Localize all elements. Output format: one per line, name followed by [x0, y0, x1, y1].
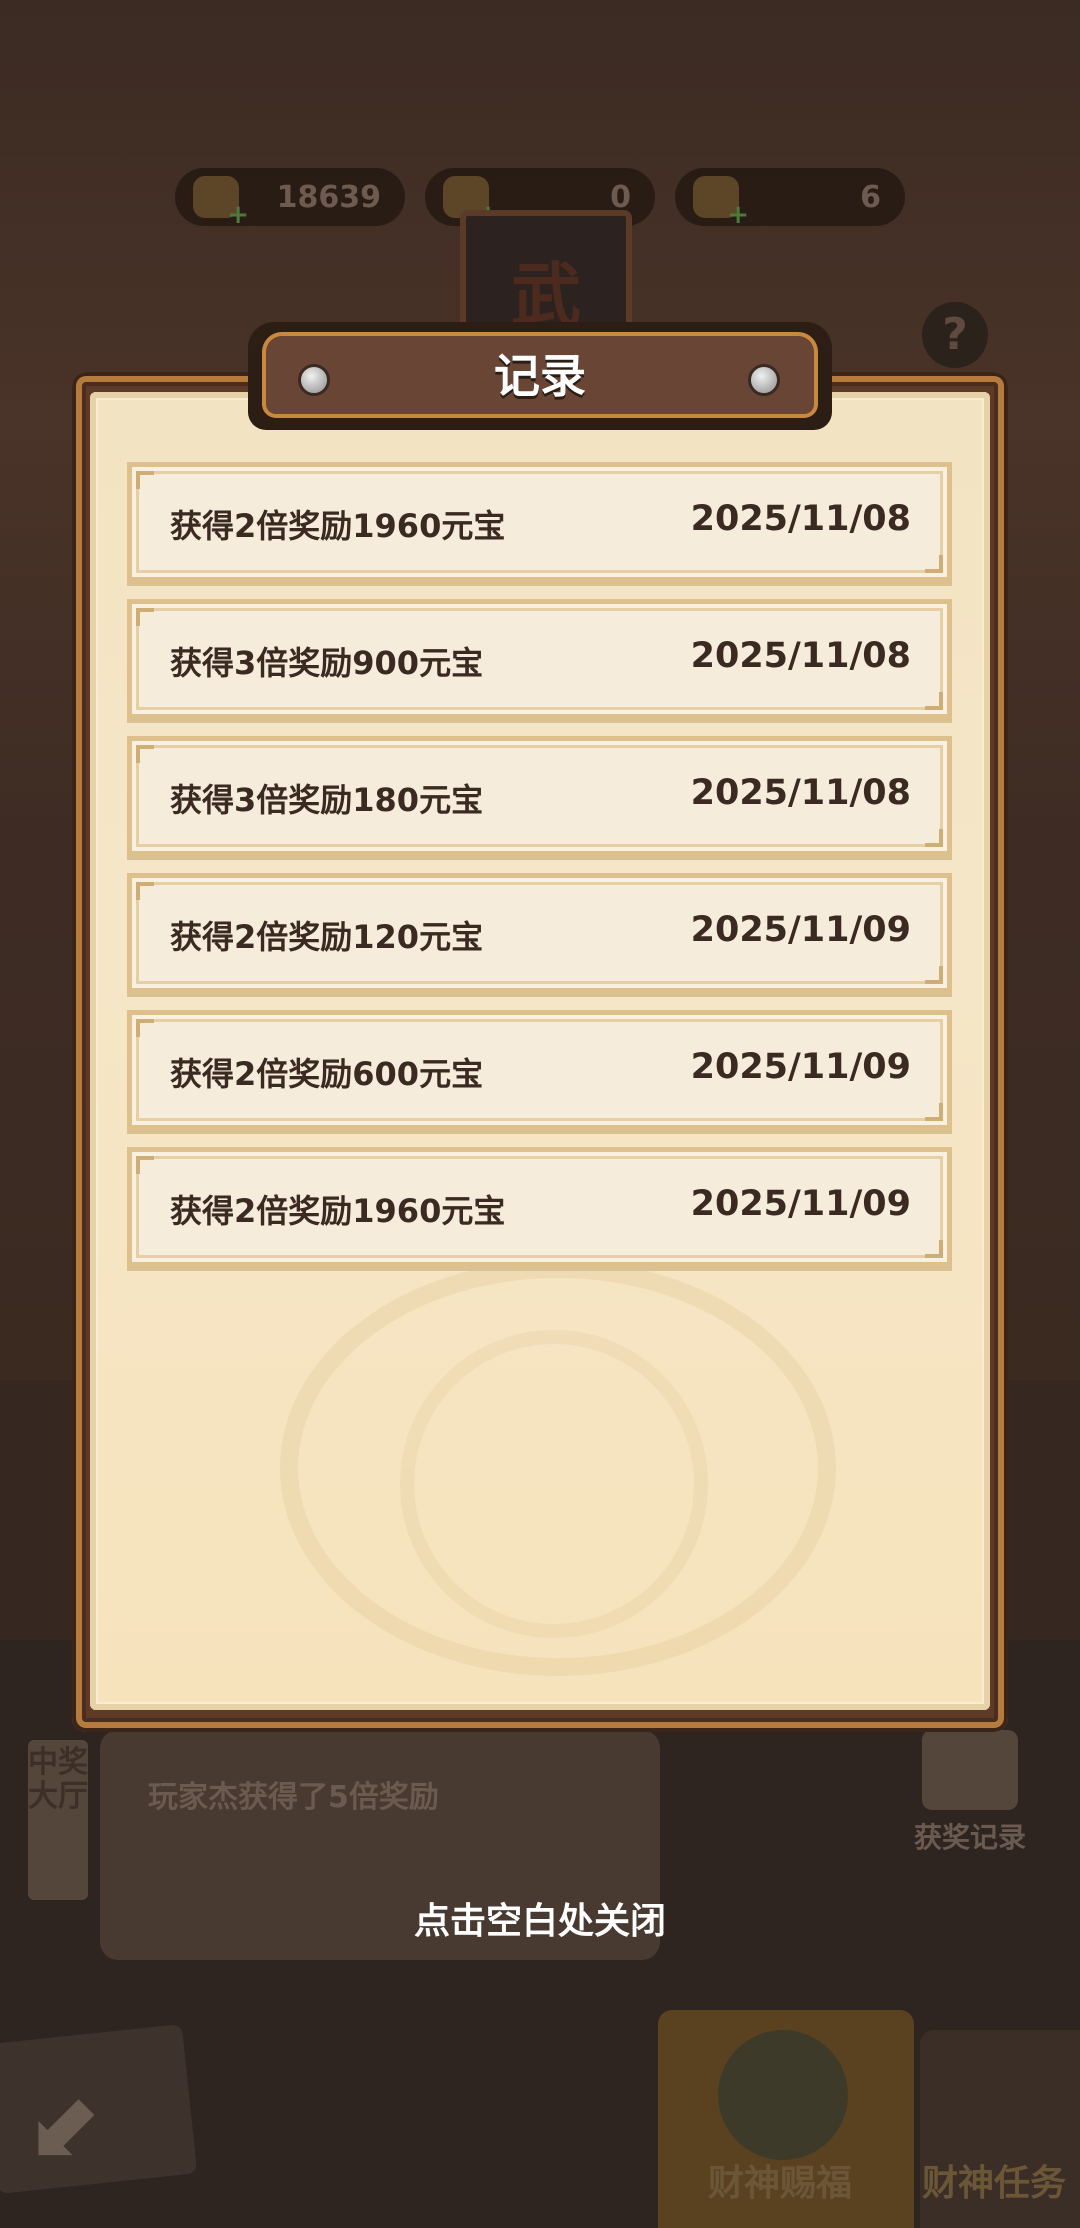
record-description: 获得2倍奖励1960元宝 — [170, 1192, 506, 1230]
record-row: 获得3倍奖励900元宝 2025/11/08 — [127, 599, 952, 719]
shrine-sign: 武 — [380, 140, 700, 352]
win-record-button[interactable]: 获奖记录 — [910, 1730, 1030, 1856]
tab-blessing-label: 财神赐福 — [708, 2163, 853, 2204]
currency-treasure[interactable]: 6 — [675, 168, 905, 230]
close-hint[interactable]: 点击空白处关闭 — [0, 1892, 1080, 1944]
back-arrow-icon: ⬋ — [30, 2070, 106, 2175]
records-list: 获得2倍奖励1960元宝 2025/11/08 获得3倍奖励900元宝 2025… — [127, 462, 952, 1284]
back-button[interactable]: ⬋ — [0, 2020, 200, 2200]
win-record-label: 获奖记录 — [913, 1821, 1026, 1854]
currency-gold-value: 18639 — [276, 179, 381, 215]
record-description: 获得2倍奖励120元宝 — [170, 918, 484, 956]
record-description: 获得3倍奖励900元宝 — [170, 644, 484, 682]
tab-tasks-label: 财神任务 — [922, 2163, 1067, 2204]
record-description: 获得2倍奖励600元宝 — [170, 1055, 484, 1093]
currency-gold[interactable]: 18639 — [175, 168, 405, 230]
record-date: 2025/11/08 — [690, 773, 911, 813]
record-row: 获得2倍奖励120元宝 2025/11/09 — [127, 873, 952, 993]
god-of-wealth-icon — [718, 2030, 848, 2160]
help-button[interactable]: ? — [922, 302, 988, 368]
record-date: 2025/11/08 — [690, 636, 911, 676]
record-date: 2025/11/09 — [690, 1047, 911, 1087]
record-book-icon — [922, 1730, 1018, 1810]
record-row: 获得2倍奖励600元宝 2025/11/09 — [127, 1010, 952, 1130]
currency-treasure-value: 6 — [860, 179, 881, 215]
record-description: 获得2倍奖励1960元宝 — [170, 507, 506, 545]
win-ticker-text: 玩家杰获得了5倍奖励 — [148, 1780, 439, 1815]
record-date: 2025/11/09 — [690, 910, 911, 950]
modal-title: 记录 — [494, 349, 586, 403]
record-row: 获得2倍奖励1960元宝 2025/11/09 — [127, 1147, 952, 1267]
win-hall-label[interactable]: 中奖大厅 — [28, 1740, 88, 1900]
record-row: 获得2倍奖励1960元宝 2025/11/08 — [127, 462, 952, 582]
record-description: 获得3倍奖励180元宝 — [170, 781, 484, 819]
record-date: 2025/11/09 — [690, 1184, 911, 1224]
record-row: 获得3倍奖励180元宝 2025/11/08 — [127, 736, 952, 856]
record-date: 2025/11/08 — [690, 499, 911, 539]
paper-watermark-core — [400, 1330, 708, 1638]
gold-ingot-icon — [193, 176, 249, 230]
